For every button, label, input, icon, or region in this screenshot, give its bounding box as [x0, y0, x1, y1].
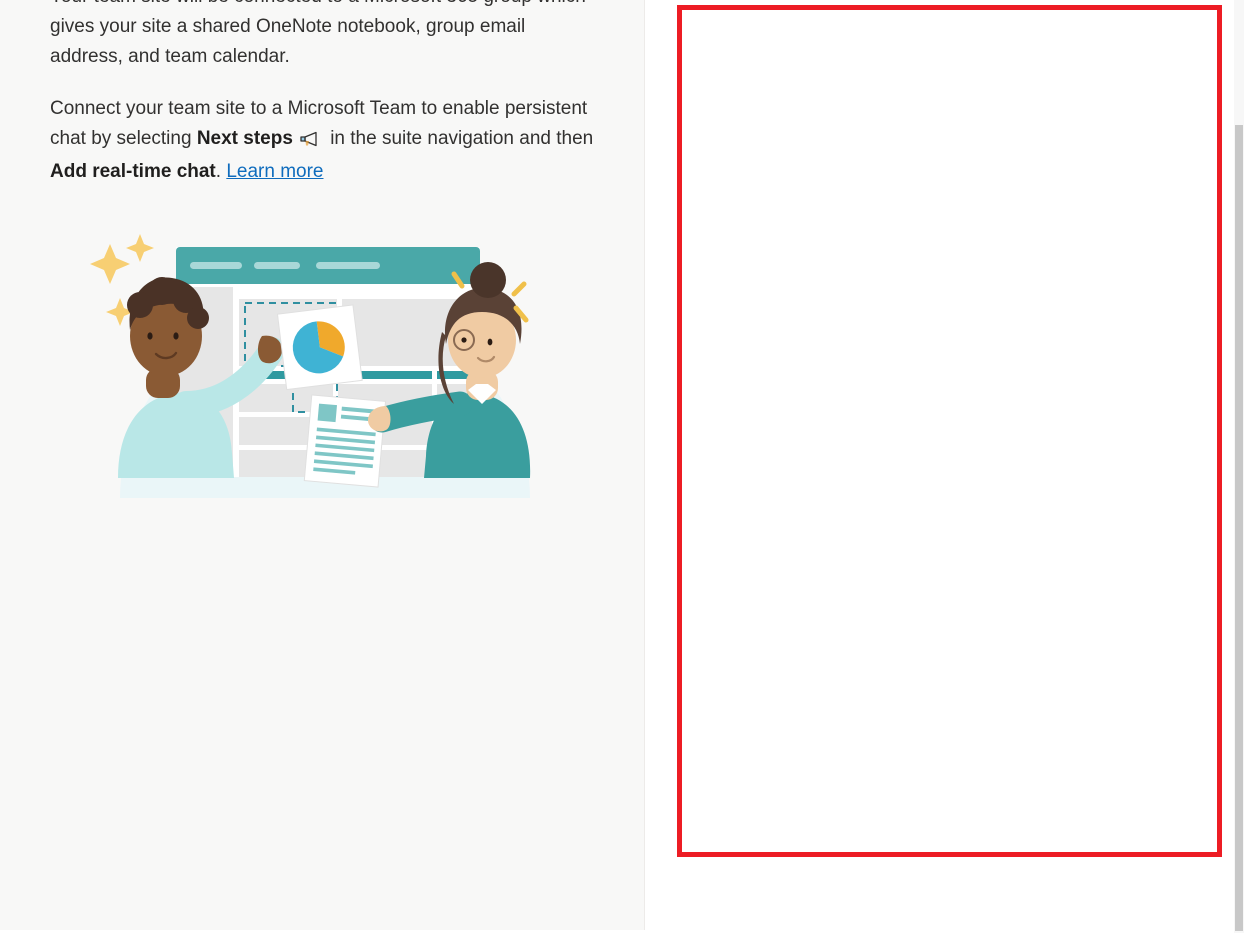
next-steps-bold: Next steps [196, 128, 293, 149]
create-site-form-panel: Site name * The site name is available. … [646, 0, 1232, 933]
intro-p2-seg3: . [215, 161, 227, 182]
site-illustration [90, 208, 560, 498]
intro-p2-seg2: in the suite navigation and then [324, 128, 594, 149]
intro-paragraph-2: Connect your team site to a Microsoft Te… [50, 94, 595, 187]
page-scrollbar-thumb[interactable] [1235, 125, 1243, 931]
add-chat-bold: Add real-time chat [50, 161, 216, 182]
megaphone-icon [299, 127, 319, 157]
page-scrollbar-track[interactable] [1234, 0, 1244, 933]
left-info-panel: Your team site will be connected to a Mi… [0, 0, 645, 930]
page-root: Your team site will be connected to a Mi… [0, 0, 1244, 933]
learn-more-link[interactable]: Learn more [226, 161, 323, 182]
intro-text-block: Your team site will be connected to a Mi… [50, 0, 595, 209]
intro-paragraph-1: Your team site will be connected to a Mi… [50, 0, 586, 67]
